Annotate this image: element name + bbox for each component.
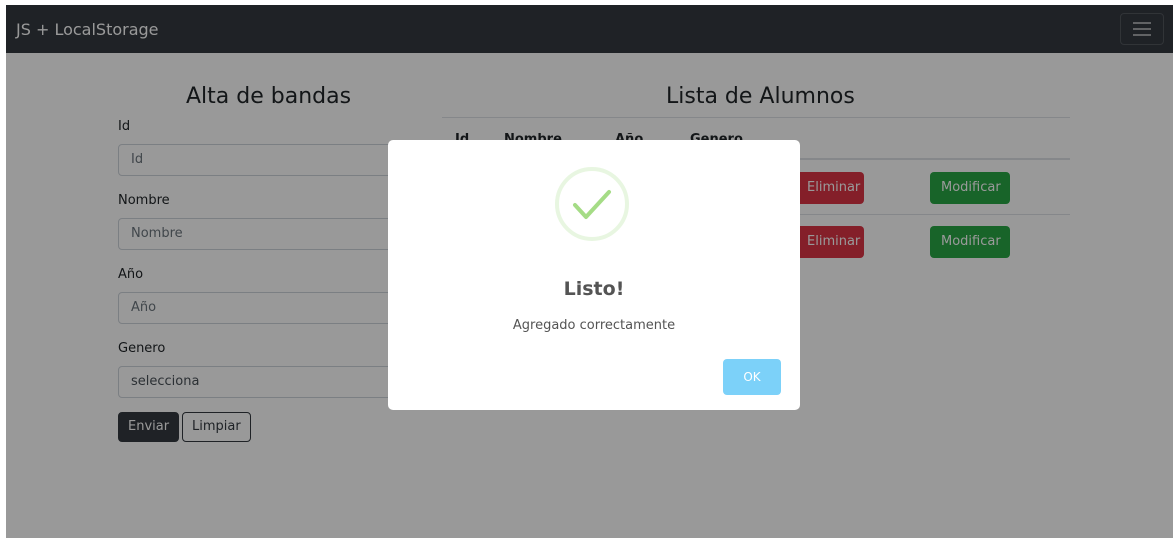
success-modal: Listo! Agregado correctamente OK [388,140,800,410]
app-window: JS + LocalStorage Alta de bandas Id Id N… [6,5,1173,538]
modal-title: Listo! [563,278,625,300]
modal-text: Agregado correctamente [512,318,676,333]
ok-button[interactable]: OK [723,359,781,395]
checkmark-icon [573,190,611,219]
checkmark-stroke [573,190,611,219]
